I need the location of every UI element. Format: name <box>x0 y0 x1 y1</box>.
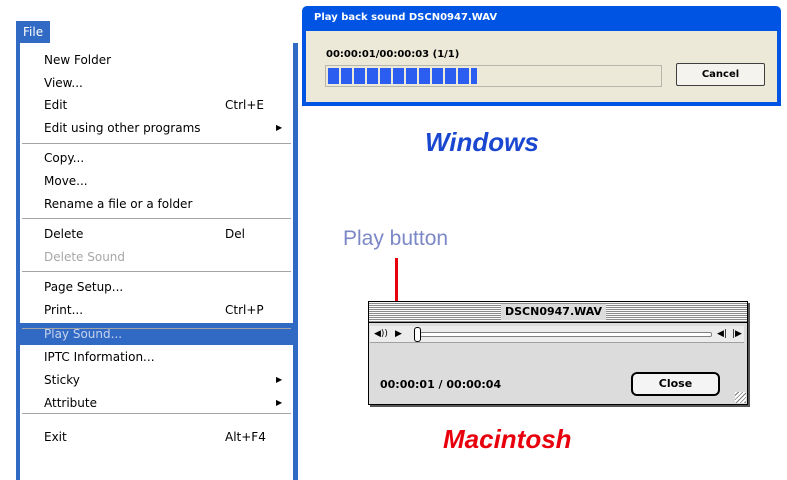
menu-item[interactable]: Copy... <box>20 147 293 169</box>
playback-time: 00:00:01/00:00:03 (1/1) <box>326 49 460 60</box>
menu-item-shortcut: Alt+F4 <box>225 430 266 444</box>
menu-item[interactable]: Exit Alt+F4 <box>20 426 293 448</box>
menu-item-label: Move... <box>44 174 88 188</box>
menu-item-label: Print... <box>44 303 84 317</box>
menu-separator <box>22 413 291 414</box>
menu-separator <box>22 328 291 329</box>
play-icon[interactable]: ▶ <box>395 326 402 342</box>
file-menu: New Folder View... Edit Ctrl+E Edit using ot… <box>20 43 293 480</box>
menu-item-label: Delete <box>44 227 84 241</box>
menu-separator <box>22 271 291 272</box>
menu-item[interactable]: Edit Ctrl+E <box>20 94 293 116</box>
menu-item-label: Play Sound... <box>44 327 123 341</box>
menu-item[interactable]: Play Sound... <box>20 323 293 345</box>
menu-item[interactable]: Page Setup... <box>20 276 293 298</box>
menu-item-shortcut: Ctrl+E <box>225 98 264 112</box>
menu-item-label: Edit using other programs <box>44 121 201 135</box>
menu-item-label: Attribute <box>44 396 97 410</box>
mac-controller-bar: ◀)) ▶ ◀| |▶ <box>370 326 744 343</box>
menu-item-label: Rename a file or a folder <box>44 197 193 211</box>
windows-caption: Windows <box>425 127 539 157</box>
menu-item-label: Edit <box>44 98 68 112</box>
playback-slider-thumb[interactable] <box>414 327 421 342</box>
playback-progress-bar <box>325 65 662 87</box>
menu-item[interactable]: Move... <box>20 170 293 192</box>
volume-icon[interactable]: ◀)) <box>374 326 388 342</box>
resize-grip-icon[interactable] <box>735 392 746 403</box>
step-forward-icon[interactable]: |▶ <box>732 326 742 342</box>
dialog-title: Play back sound DSCN0947.WAV <box>314 12 498 23</box>
menu-item-label: View... <box>44 76 83 90</box>
progress-fill <box>328 68 477 84</box>
submenu-arrow-icon: ▶ <box>276 123 283 132</box>
play-button-callout: Play button <box>343 227 449 250</box>
submenu-arrow-icon: ▶ <box>276 375 283 384</box>
macintosh-caption: Macintosh <box>443 424 572 454</box>
playback-slider-track[interactable] <box>420 332 712 337</box>
mac-dialog-title: DSCN0947.WAV <box>501 304 607 320</box>
menu-item[interactable]: Attribute ▶ <box>20 392 293 414</box>
menu-item[interactable]: Delete Del <box>20 223 293 245</box>
menu-item-label: IPTC Information... <box>44 350 155 364</box>
dialog-body: 00:00:01/00:00:03 (1/1) Cancel <box>306 31 777 102</box>
windows-playback-dialog: Play back sound DSCN0947.WAV 00:00:01/00… <box>302 6 781 106</box>
mac-playback-dialog: DSCN0947.WAV ◀)) ▶ ◀| |▶ 00:00:01 / 00:0… <box>368 301 748 405</box>
menu-item[interactable]: Edit using other programs ▶ <box>20 117 293 139</box>
menu-item-label: Copy... <box>44 151 85 165</box>
menu-separator <box>22 218 291 219</box>
file-menu-title[interactable]: File <box>16 21 51 43</box>
submenu-arrow-icon: ▶ <box>276 398 283 407</box>
mac-title-bar[interactable]: DSCN0947.WAV <box>369 302 747 323</box>
menu-item[interactable]: Sticky ▶ <box>20 369 293 391</box>
menu-item[interactable]: New Folder <box>20 49 293 71</box>
menu-item[interactable]: Rename a file or a folder <box>20 193 293 215</box>
menu-item[interactable]: Print... Ctrl+P <box>20 299 293 321</box>
menu-item-label: Exit <box>44 430 67 444</box>
menu-item-label: Page Setup... <box>44 280 124 294</box>
menu-item[interactable]: Delete Sound <box>20 246 293 268</box>
menu-item-label: New Folder <box>44 53 112 67</box>
mac-playback-time: 00:00:01 / 00:00:04 <box>380 378 502 391</box>
menu-item-shortcut: Ctrl+P <box>225 303 264 317</box>
menu-separator <box>22 143 291 144</box>
cancel-button[interactable]: Cancel <box>676 63 765 86</box>
menu-item[interactable]: View... <box>20 72 293 94</box>
menu-item-label: Delete Sound <box>44 250 126 264</box>
close-button[interactable]: Close <box>631 372 720 396</box>
menu-item-shortcut: Del <box>225 227 245 241</box>
menu-item-label: Sticky <box>44 373 80 387</box>
step-back-icon[interactable]: ◀| <box>717 326 727 342</box>
menu-item[interactable]: IPTC Information... <box>20 346 293 368</box>
